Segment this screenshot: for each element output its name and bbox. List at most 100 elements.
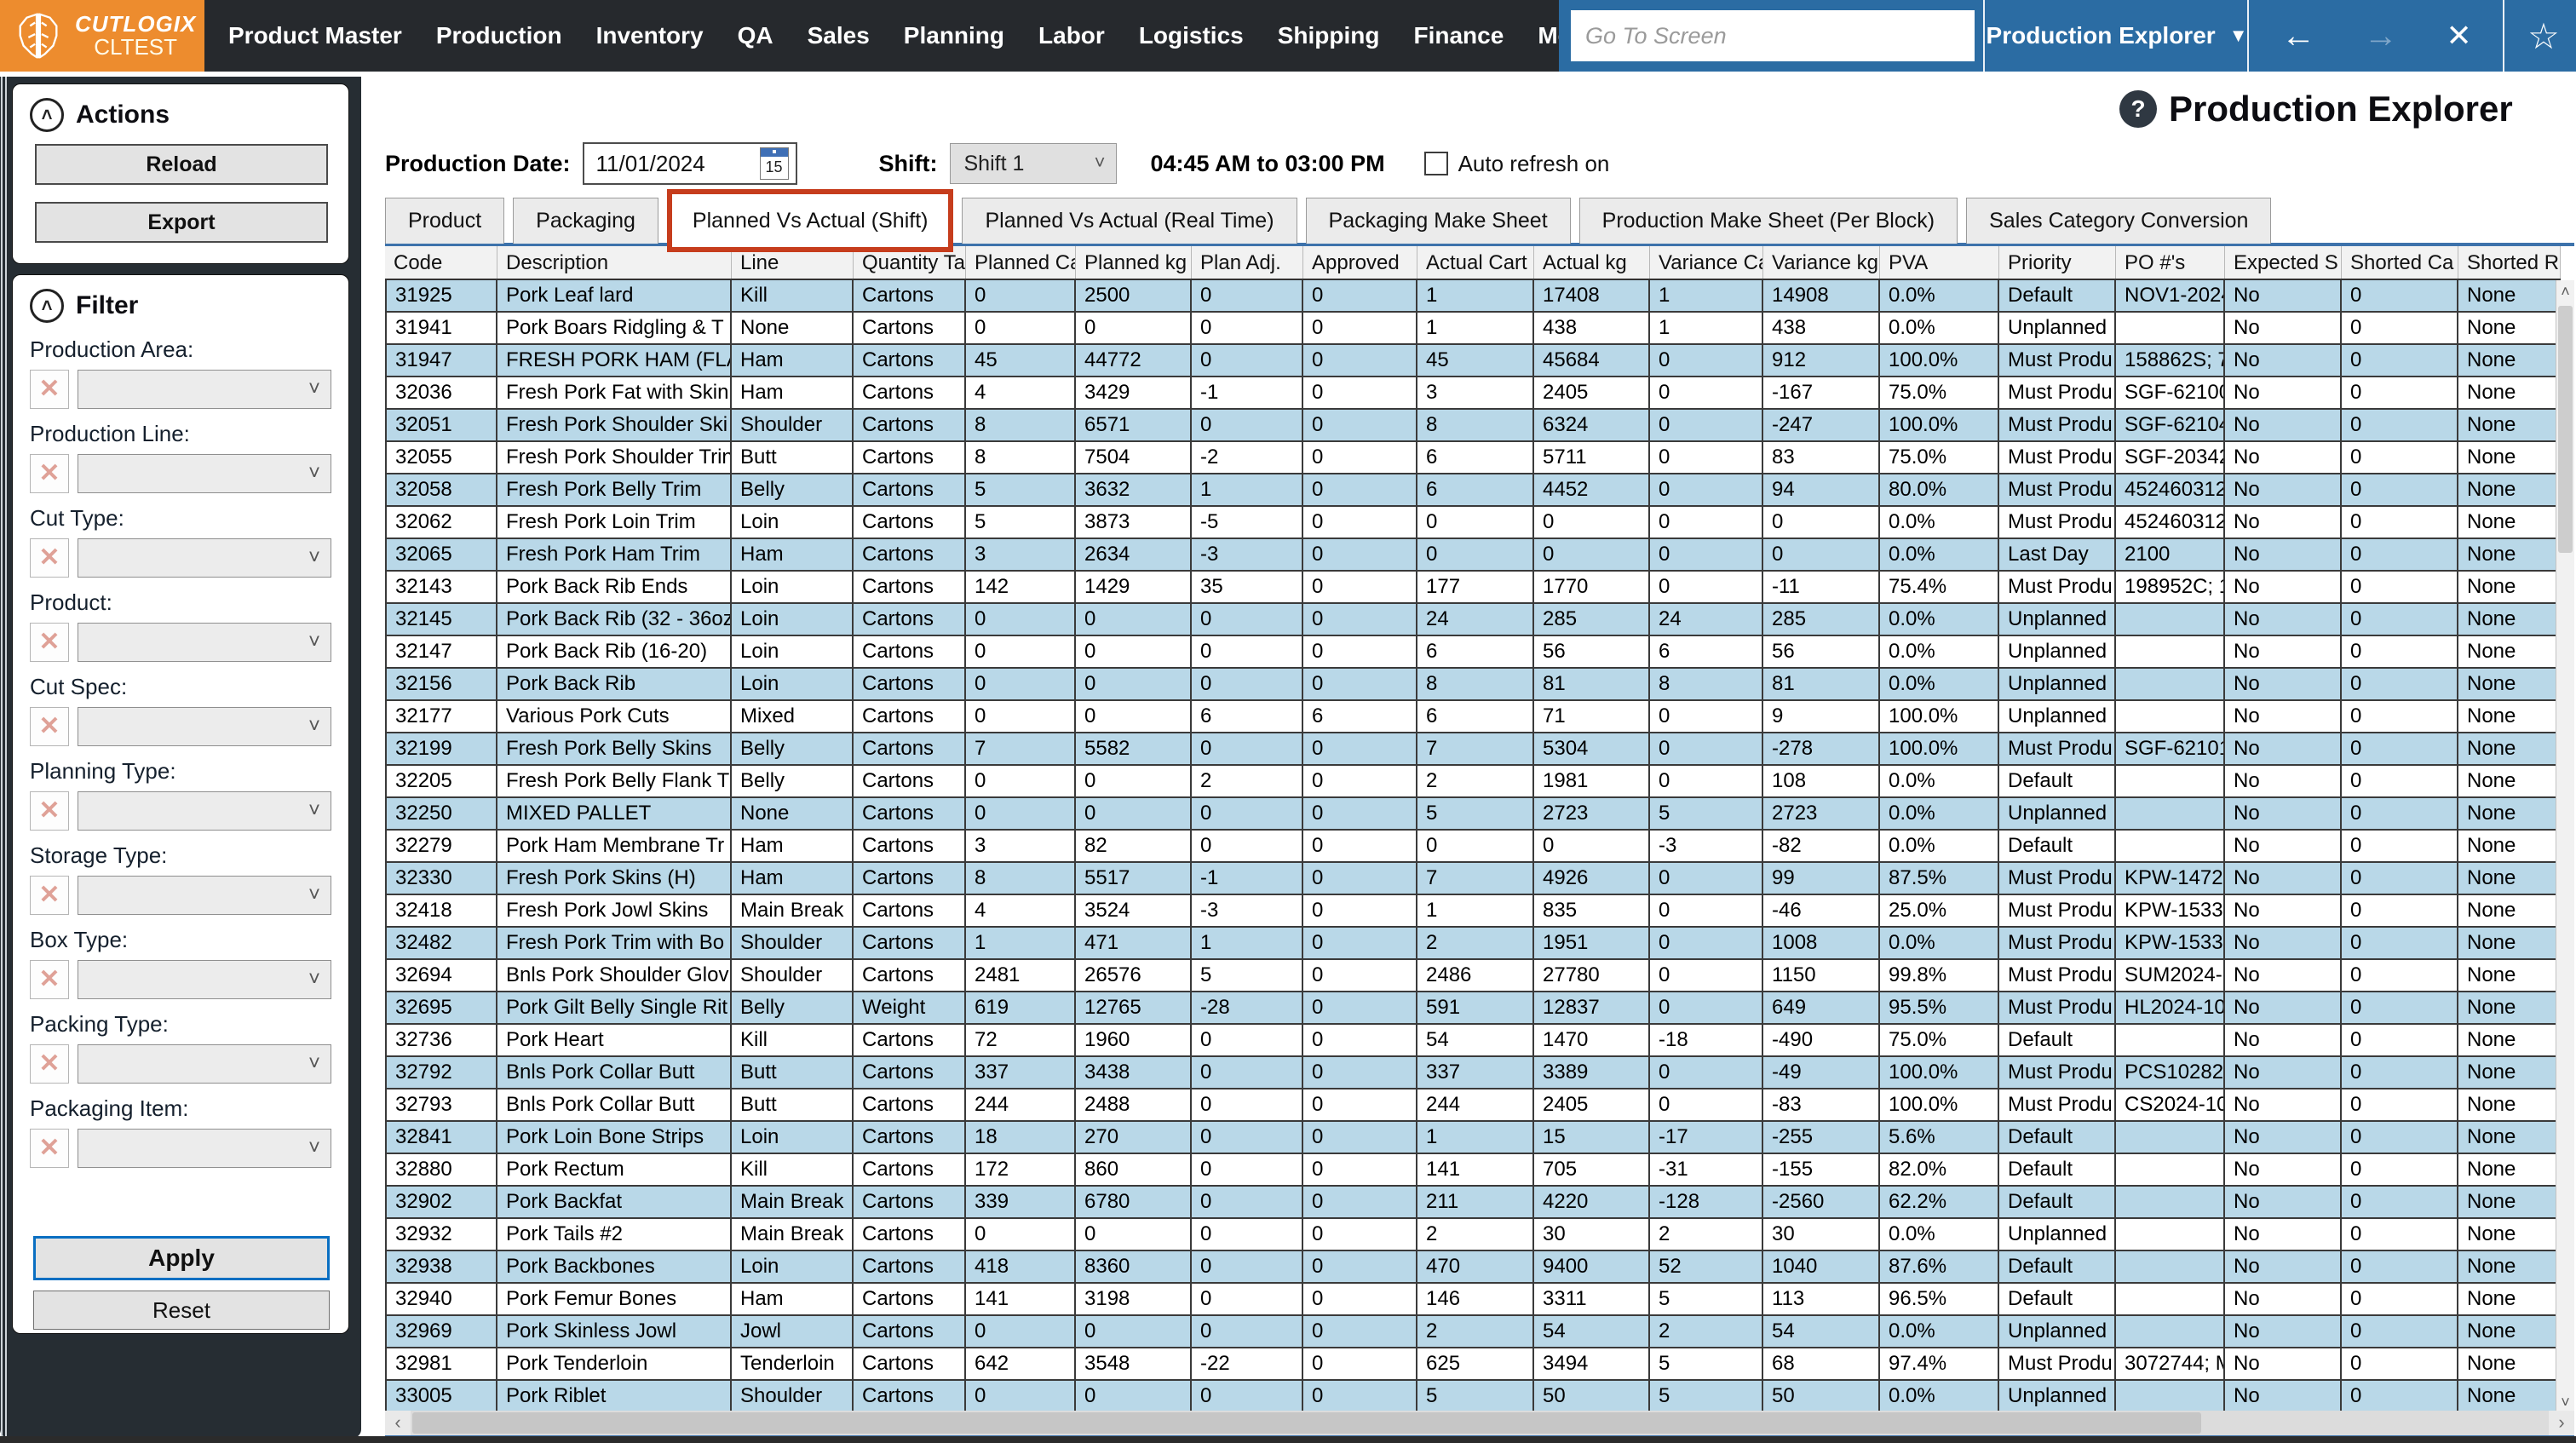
horizontal-scroll-thumb[interactable]: [412, 1412, 2201, 1434]
tab-packaging-make-sheet[interactable]: Packaging Make Sheet: [1305, 198, 1571, 244]
table-row[interactable]: 32205 Fresh Pork Belly Flank Tr Belly Carto…: [385, 766, 2561, 798]
table-row[interactable]: 32065 Fresh Pork Ham Trim Ham Cartons 3 2634-…: [385, 539, 2561, 572]
table-row[interactable]: 32143 Pork Back Rib Ends Loin Cartons 142 142…: [385, 572, 2561, 604]
table-row[interactable]: 32058 Fresh Pork Belly Trim Belly Cartons 5 3…: [385, 474, 2561, 507]
production-date-input[interactable]: 11/01/2024 15: [582, 142, 797, 185]
table-row[interactable]: 32418 Fresh Pork Jowl Skins Main Break Cart…: [385, 895, 2561, 928]
table-row[interactable]: 32147 Pork Back Rib (16-20) Loin Cartons 0 0 0…: [385, 636, 2561, 669]
column-header-expected-s[interactable]: Expected S: [2225, 246, 2342, 279]
column-header-planned-kg[interactable]: Planned kg: [1076, 246, 1192, 279]
collapse-filter-icon[interactable]: ˄: [30, 289, 64, 323]
menu-item-inventory[interactable]: Inventory: [596, 22, 704, 49]
filter-dropdown[interactable]: ˅: [78, 370, 331, 409]
table-row[interactable]: 31941 Pork Boars Ridgling & T None Cartons 0…: [385, 313, 2561, 345]
clear-filter-icon[interactable]: ✕: [30, 1044, 69, 1084]
table-row[interactable]: 32055 Fresh Pork Shoulder Trin Butt Cartons…: [385, 442, 2561, 474]
tab-sales-category-conversion[interactable]: Sales Category Conversion: [1966, 198, 2272, 244]
menu-item-product-master[interactable]: Product Master: [228, 22, 402, 49]
column-header-shorted-re[interactable]: Shorted Re: [2458, 246, 2561, 279]
filter-dropdown[interactable]: ˅: [78, 791, 331, 831]
table-row[interactable]: 32250 MIXED PALLET None Cartons 0 0 0 0 5 2723 5 27…: [385, 798, 2561, 831]
auto-refresh-checkbox[interactable]: [1423, 152, 1448, 175]
menu-item-finance[interactable]: Finance: [1414, 22, 1504, 49]
table-row[interactable]: 32036 Fresh Pork Fat with Skin Ham Cartons 4…: [385, 377, 2561, 410]
filter-dropdown[interactable]: ˅: [78, 960, 331, 999]
table-row[interactable]: 32792 Bnls Pork Collar Butt Butt Cartons 337…: [385, 1057, 2561, 1089]
filter-dropdown[interactable]: ˅: [78, 454, 331, 493]
go-to-screen-input[interactable]: [1571, 10, 1975, 61]
clear-filter-icon[interactable]: ✕: [30, 960, 69, 999]
column-header-actual-kg[interactable]: Actual kg: [1534, 246, 1650, 279]
screen-selector-dropdown[interactable]: Production Explorer ▼: [1987, 0, 2248, 72]
column-header-variance-ca[interactable]: Variance Ca: [1650, 246, 1763, 279]
filter-dropdown[interactable]: ˅: [78, 538, 331, 578]
reload-button[interactable]: Reload: [35, 144, 328, 185]
tab-product[interactable]: Product: [385, 198, 505, 244]
table-row[interactable]: 32938 Pork Backbones Loin Cartons 418 8360 0 0 4…: [385, 1251, 2561, 1284]
column-header-shorted-ca[interactable]: Shorted Ca: [2342, 246, 2458, 279]
collapse-actions-icon[interactable]: ˄: [30, 98, 64, 132]
clear-filter-icon[interactable]: ✕: [30, 538, 69, 578]
column-header-plan-adj[interactable]: Plan Adj.: [1192, 246, 1303, 279]
menu-item-sales[interactable]: Sales: [808, 22, 870, 49]
clear-filter-icon[interactable]: ✕: [30, 370, 69, 409]
horizontal-scrollbar[interactable]: ‹ ›: [385, 1411, 2574, 1435]
menu-item-shipping[interactable]: Shipping: [1278, 22, 1380, 49]
column-header-po-s[interactable]: PO #'s: [2116, 246, 2225, 279]
scroll-left-icon[interactable]: ‹: [385, 1411, 411, 1435]
table-row[interactable]: 32880 Pork Rectum Kill Cartons 172 860 0 0 141 70…: [385, 1154, 2561, 1187]
table-row[interactable]: 32694 Bnls Pork Shoulder Glov Shoulder Cart…: [385, 960, 2561, 992]
menu-item-logistics[interactable]: Logistics: [1139, 22, 1244, 49]
table-row[interactable]: 32482 Fresh Pork Trim with Bo Shoulder Cart…: [385, 928, 2561, 960]
menu-item-labor[interactable]: Labor: [1038, 22, 1105, 49]
table-row[interactable]: 32902 Pork Backfat Main Break Cartons 339 678…: [385, 1187, 2561, 1219]
help-icon[interactable]: ?: [2119, 90, 2157, 128]
table-row[interactable]: 32330 Fresh Pork Skins (H) Ham Cartons 8 5517…: [385, 863, 2561, 895]
splitter-line[interactable]: [5, 77, 7, 1438]
column-header-approved[interactable]: Approved: [1303, 246, 1417, 279]
table-row[interactable]: 31925 Pork Leaf lard Kill Cartons 0 2500 0 0 1 17…: [385, 280, 2561, 313]
table-row[interactable]: 32062 Fresh Pork Loin Trim Loin Cartons 5 387…: [385, 507, 2561, 539]
column-header-variance-kg[interactable]: Variance kg: [1763, 246, 1880, 279]
column-header-priority[interactable]: Priority: [1999, 246, 2116, 279]
close-icon[interactable]: ✕: [2447, 20, 2472, 51]
table-row[interactable]: 33005 Pork Riblet Shoulder Cartons 0 0 0 0 5 50 5 5…: [385, 1381, 2561, 1413]
reset-button[interactable]: Reset: [33, 1291, 330, 1330]
menu-item-production[interactable]: Production: [436, 22, 562, 49]
menu-item-planning[interactable]: Planning: [904, 22, 1004, 49]
export-button[interactable]: Export: [35, 202, 328, 243]
tab-production-make-sheet-per-block[interactable]: Production Make Sheet (Per Block): [1578, 198, 1958, 244]
filter-dropdown[interactable]: ˅: [78, 876, 331, 915]
column-header-planned-ca[interactable]: Planned Ca: [966, 246, 1076, 279]
table-row[interactable]: 32279 Pork Ham Membrane Tr Ham Cartons 3 82 0 0…: [385, 831, 2561, 863]
filter-dropdown[interactable]: ˅: [78, 623, 331, 662]
tab-planned-vs-actual-shift[interactable]: Planned Vs Actual (Shift): [666, 189, 954, 252]
clear-filter-icon[interactable]: ✕: [30, 707, 69, 746]
vertical-scroll-thumb[interactable]: [2558, 306, 2573, 553]
favorite-star-icon[interactable]: ☆: [2511, 0, 2576, 72]
apply-button[interactable]: Apply: [33, 1236, 330, 1280]
table-row[interactable]: 32177 Various Pork Cuts Mixed Cartons 0 0 6 6 6 7…: [385, 701, 2561, 733]
clear-filter-icon[interactable]: ✕: [30, 791, 69, 831]
scroll-up-icon[interactable]: ˄: [2556, 280, 2574, 302]
table-row[interactable]: 32969 Pork Skinless Jowl Jowl Cartons 0 0 0 0 2 5…: [385, 1316, 2561, 1348]
table-row[interactable]: 32156 Pork Back Rib Loin Cartons 0 0 0 0 8 81 8 81 0…: [385, 669, 2561, 701]
table-row[interactable]: 32051 Fresh Pork Shoulder Ski Shoulder Cart…: [385, 410, 2561, 442]
table-row[interactable]: 31947 FRESH PORK HAM (FLAI Ham Cartons 45 447…: [385, 345, 2561, 377]
clear-filter-icon[interactable]: ✕: [30, 876, 69, 915]
column-header-pva[interactable]: PVA: [1880, 246, 1999, 279]
menu-item-qa[interactable]: QA: [738, 22, 773, 49]
clear-filter-icon[interactable]: ✕: [30, 623, 69, 662]
vertical-scrollbar[interactable]: ˄ ˅: [2556, 280, 2574, 1413]
tab-planned-vs-actual-real-time[interactable]: Planned Vs Actual (Real Time): [962, 198, 1297, 244]
scroll-right-icon[interactable]: ›: [2549, 1411, 2574, 1435]
table-row[interactable]: 32940 Pork Femur Bones Ham Cartons 141 3198 0 0…: [385, 1284, 2561, 1316]
filter-dropdown[interactable]: ˅: [78, 1044, 331, 1084]
table-row[interactable]: 32145 Pork Back Rib (32 - 36oz Loin Cartons…: [385, 604, 2561, 636]
table-row[interactable]: 32841 Pork Loin Bone Strips Loin Cartons 18 2…: [385, 1122, 2561, 1154]
table-row[interactable]: 32932 Pork Tails #2 Main Break Cartons 0 0 0 0 2…: [385, 1219, 2561, 1251]
filter-dropdown[interactable]: ˅: [78, 1129, 331, 1168]
calendar-icon[interactable]: 15: [759, 147, 789, 180]
clear-filter-icon[interactable]: ✕: [30, 1129, 69, 1168]
column-header-actual-cart[interactable]: Actual Cart: [1417, 246, 1534, 279]
